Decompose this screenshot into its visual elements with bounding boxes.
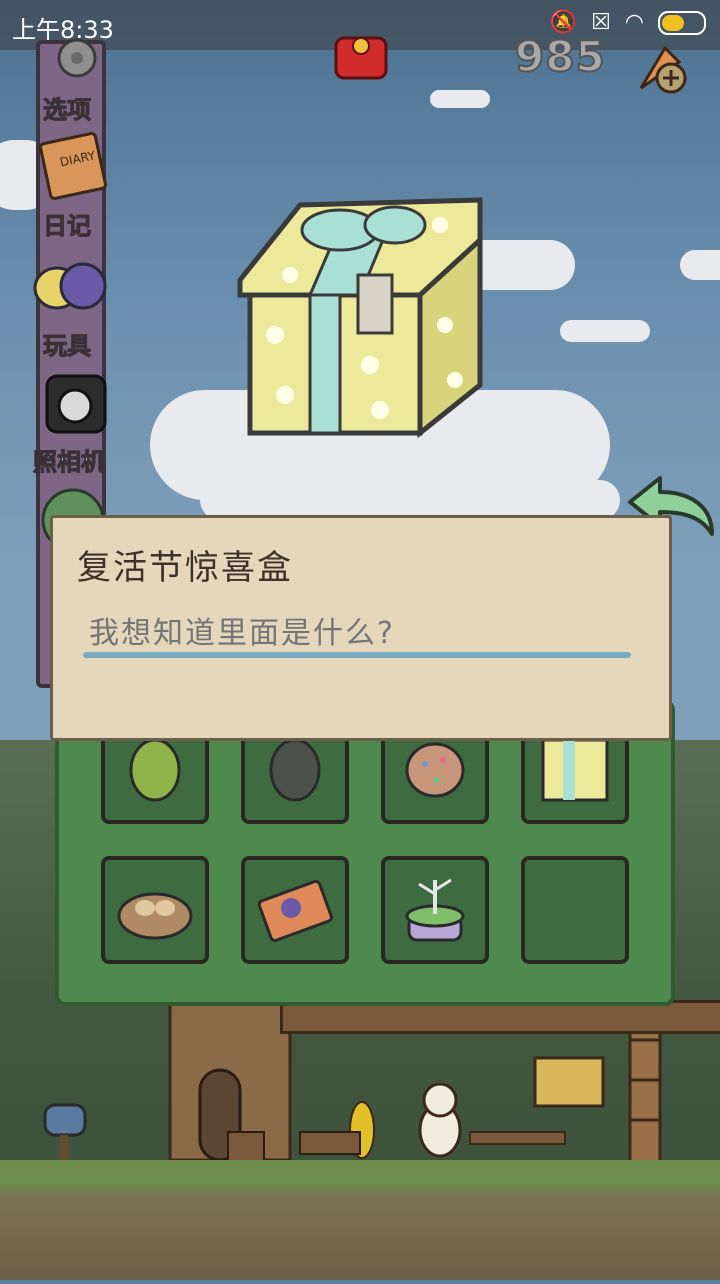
item-description-input[interactable] [83,608,643,658]
red-envelope-icon[interactable] [332,30,390,82]
dark-egg-icon [269,738,321,802]
gear-icon [57,38,97,78]
battery-icon [658,10,706,35]
ticket-icon [257,879,333,942]
battery-level [662,14,684,31]
egg-basket-icon [117,892,193,940]
gift-box-icon [541,738,609,802]
input-underline [83,652,631,658]
inventory-slot[interactable] [101,856,209,964]
inventory-slot[interactable] [381,856,489,964]
easter-gift-box-image [237,197,483,439]
inventory-panel [55,700,675,1006]
cloud [430,90,490,108]
sidebar-label-camera: 照相机 [33,448,106,477]
sidebar-item-options[interactable]: 选项 [12,36,122,125]
clover-count: 985 [514,31,606,82]
cookie-egg-icon [405,742,465,798]
inventory-slot[interactable] [241,856,349,964]
toys-icon [33,262,107,310]
sidebar-item-diary[interactable]: DIARY 日记 [12,132,122,241]
diary-icon: DIARY [39,132,107,200]
egg-tree-cake-icon [405,878,465,942]
cloud [680,250,720,280]
add-carrot-button[interactable] [635,38,695,94]
wifi-icon: ◠ [624,10,644,35]
inventory-slot-empty[interactable] [521,856,629,964]
camera-icon [45,374,107,434]
cloud [560,320,650,342]
ground [0,1160,720,1280]
sidebar-label-diary: 日记 [43,212,92,241]
cloud [200,480,620,520]
sidebar-label-toys: 玩具 [43,332,92,361]
sidebar-label-options: 选项 [43,96,92,125]
item-name: 复活节惊喜盒 [77,548,293,588]
green-egg-icon [129,738,181,802]
sidebar-item-camera[interactable]: 照相机 [14,366,124,477]
item-info-dialog: 复活节惊喜盒 [50,515,672,741]
sidebar-item-toys[interactable]: 玩具 [12,252,122,361]
